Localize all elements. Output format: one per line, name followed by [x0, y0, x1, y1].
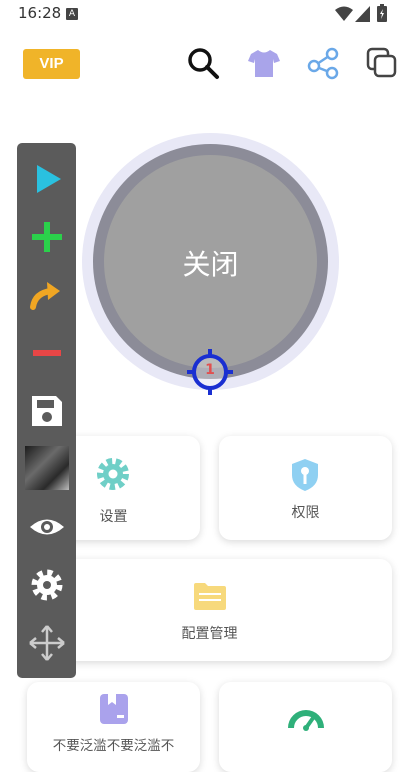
switch-state-label: 关闭 — [182, 248, 239, 281]
move-icon[interactable] — [27, 623, 67, 663]
notification-icon: A — [66, 8, 78, 20]
config-manage-card[interactable]: 配置管理 — [27, 559, 392, 661]
folder-icon — [194, 583, 226, 610]
signal-icon — [355, 6, 370, 22]
eye-icon[interactable] — [27, 507, 67, 547]
status-bar: 16:28 A — [0, 0, 420, 28]
save-icon[interactable] — [27, 391, 67, 431]
tshirt-icon[interactable] — [247, 46, 281, 80]
vip-button[interactable]: VIP — [23, 49, 80, 79]
bottom-left-card[interactable]: 不要泛滥不要泛滥不 — [27, 682, 200, 772]
battery-icon — [377, 4, 387, 22]
plus-icon[interactable] — [27, 217, 67, 257]
bottom-right-card[interactable] — [219, 682, 392, 772]
search-icon[interactable] — [186, 46, 220, 80]
screenshot-thumbnail[interactable] — [25, 446, 69, 490]
permissions-card[interactable]: 权限 — [219, 436, 392, 540]
wifi-icon — [335, 6, 353, 21]
redo-arrow-icon[interactable] — [27, 275, 67, 315]
target-count: 1 — [205, 362, 215, 378]
speedometer-icon — [288, 710, 324, 731]
bookmark-icon — [100, 694, 128, 724]
config-manage-label: 配置管理 — [181, 626, 238, 642]
play-icon[interactable] — [27, 159, 67, 199]
copy-icon[interactable] — [365, 46, 399, 80]
settings-gear-icon — [97, 458, 129, 490]
minus-icon[interactable] — [27, 333, 67, 373]
share-icon[interactable] — [306, 46, 340, 80]
status-time: 16:28 — [18, 4, 62, 22]
key-shield-icon — [292, 459, 318, 491]
bottom-left-label: 不要泛滥不要泛滥不 — [52, 738, 175, 754]
gear-icon[interactable] — [27, 565, 67, 605]
permissions-label: 权限 — [291, 505, 320, 521]
floating-toolbar — [17, 143, 76, 678]
